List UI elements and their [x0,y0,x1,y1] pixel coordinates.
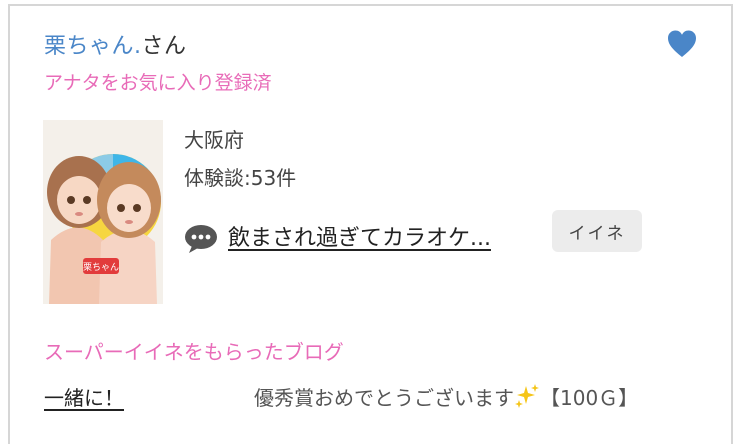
avatar-illustration: 栗ちゃん [43,120,163,304]
award-points: 【100Ｇ】 [540,386,639,410]
heart-icon[interactable] [666,28,698,60]
user-name-suffix: さん [141,34,187,59]
sparkles-icon [515,384,539,408]
award-message: 優秀賞おめでとうございます 【100Ｇ】 [254,382,638,411]
user-region: 大阪府 [184,128,244,152]
speech-bubble-icon [185,225,217,253]
user-name[interactable]: 栗ちゃん.さん [44,28,187,60]
experience-count: 体験談:53件 [184,166,297,190]
avatar-badge: 栗ちゃん [83,262,119,273]
post-title-link[interactable]: 飲まされ過ぎてカラオケ... [228,220,491,252]
super-like-heading: スーパーイイネをもらったブログ [44,340,344,364]
like-button[interactable]: イイネ [552,210,642,252]
user-card: 栗ちゃん.さん アナタをお気に入り登録済 栗ちゃん 大阪府 体験談:53件 飲ま… [8,4,733,444]
award-text: 優秀賞おめでとうございます [254,386,514,410]
blog-title-link[interactable]: 一緒に！ [44,382,124,411]
favorite-status: アナタをお気に入り登録済 [44,72,272,94]
user-name-text[interactable]: 栗ちゃん. [44,34,142,59]
avatar[interactable]: 栗ちゃん [43,120,163,304]
